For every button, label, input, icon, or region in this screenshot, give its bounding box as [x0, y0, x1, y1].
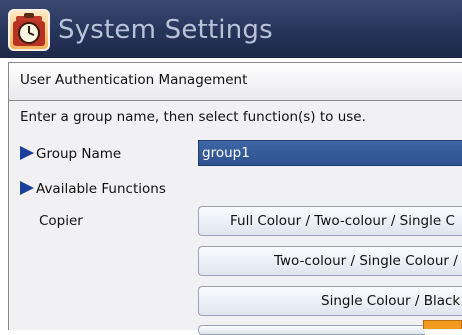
settings-panel: User Authentication Management Enter a g… — [8, 62, 462, 335]
orange-indicator — [423, 320, 462, 329]
available-functions-row-label: Available Functions — [20, 181, 166, 197]
full-colour-two-colour-single-colour-button[interactable]: Full Colour / Two-colour / Single C — [198, 206, 462, 236]
group-name-field[interactable]: group1 — [198, 140, 462, 166]
two-colour-single-colour-button[interactable]: Two-colour / Single Colour / — [198, 246, 462, 276]
clock-toolbox-icon — [8, 9, 50, 51]
instruction-text: Enter a group name, then select function… — [20, 109, 366, 125]
panel-header: User Authentication Management — [9, 63, 462, 101]
triangle-right-icon — [20, 146, 34, 160]
window-title: System Settings — [58, 15, 273, 45]
triangle-right-icon — [20, 181, 34, 195]
copier-label: Copier — [39, 213, 83, 229]
group-name-label: Group Name — [36, 146, 122, 162]
single-colour-black-button[interactable]: Single Colour / Black — [198, 286, 462, 316]
group-name-row-label: Group Name — [20, 146, 121, 162]
panel-title: User Authentication Management — [20, 72, 248, 88]
next-function-button[interactable] — [198, 325, 425, 335]
title-bar: System Settings — [0, 0, 462, 58]
available-functions-label: Available Functions — [36, 181, 166, 197]
